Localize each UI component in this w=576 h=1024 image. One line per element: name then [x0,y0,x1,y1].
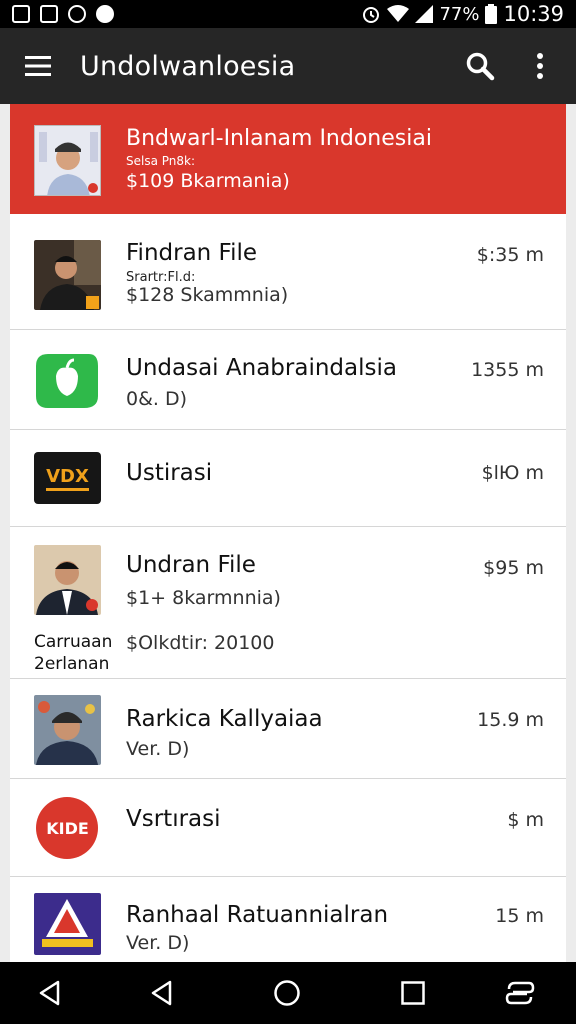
alarm-icon [68,5,86,23]
item-size: $:35 m [476,244,544,266]
status-right: 77% 10:39 [361,0,564,28]
list-item[interactable]: Undasai Anabraindalsia 0&. D) 1355 m [10,330,566,430]
list-item[interactable]: Findran File Srartr:Fl.d: $128 Skammnia)… [10,214,566,330]
wifi-icon [387,5,410,22]
list-item[interactable]: KIDE Vsrtırasi $ m [10,779,566,877]
item-thumbnail: VDX [34,452,101,504]
app-list[interactable]: Bndwarl-Inlanam Indonesiai Selsa Pn8k: $… [10,104,566,962]
more-options-button[interactable] [522,48,558,84]
alarm-icon [363,7,380,23]
status-bar: 77% 10:39 [0,0,576,28]
item-size: $95 m [483,557,544,579]
switch-icon [505,981,535,1005]
menu-button[interactable] [10,28,66,104]
item-title: Findran File [126,240,258,266]
item-size: 15 m [495,905,544,927]
app-bar: Undolwanloesia [0,28,576,104]
battery-percent: 77% [439,3,480,25]
search-button[interactable] [462,48,498,84]
item-title: Undasai Anabraindalsia [126,355,397,381]
item-thumbnail [34,346,101,416]
image-icon [12,5,30,23]
battery-icon [485,4,498,24]
featured-title: Bndwarl-Inlanam Indonesiai [126,126,432,151]
item-thumbnail: KIDE [34,793,101,863]
list-item[interactable]: Rarkica Kallyaiaa Ver. D) 15.9 m [10,679,566,779]
item-title: Vsrtırasi [126,806,221,832]
item-title: Rarkica Kallyaiaa [126,706,323,732]
home-button[interactable] [269,977,305,1009]
item-badge-text: KIDE [46,819,89,838]
switch-button[interactable] [502,977,538,1009]
back-button[interactable] [144,977,180,1009]
item-price: 0&. D) [126,388,188,410]
item-price: Ver. D) [126,738,190,760]
more-vert-icon [537,53,543,79]
item-extra-value: $Olkdtir: 20100 [126,632,275,654]
clock: 10:39 [503,2,564,26]
featured-subtitle: Selsa Pn8k: [126,154,196,168]
back-icon [151,980,172,1006]
item-extra-label: Carruaan 2erlanan [34,632,113,674]
item-size: 1355 m [471,359,544,381]
item-size: $lЮ m [481,462,544,484]
item-price: Ver. D) [126,932,190,954]
list-item[interactable]: Undran File $1+ 8karmnnia) $95 m Carruaa… [10,527,566,679]
navigation-bar [0,962,576,1024]
item-title: Ustirasi [126,460,213,486]
recents-icon [401,981,425,1005]
item-title: Undran File [126,552,256,578]
item-price: $1+ 8karmnnia) [126,587,281,609]
item-subtitle: Srartr:Fl.d: [126,270,196,285]
search-icon [466,52,495,81]
list-item[interactable]: VDX Ustirasi $lЮ m [10,430,566,527]
featured-thumbnail [34,125,101,196]
back-button[interactable] [32,977,68,1009]
status-notification-icons [12,5,114,23]
item-thumbnail [34,893,101,955]
list-item[interactable]: Ranhaal Ratuannialran Ver. D) 15 m [10,877,566,962]
item-thumbnail [34,545,101,615]
recents-button[interactable] [395,977,431,1009]
home-icon [274,980,300,1006]
item-title: Ranhaal Ratuannialran [126,902,389,928]
signal-icon [415,5,434,23]
hamburger-menu-icon [25,56,51,76]
app-title: Undolwanloesia [80,50,296,82]
item-thumbnail [34,695,101,765]
item-size: 15.9 m [477,709,544,731]
svg-text:VDX: VDX [46,466,89,487]
item-size: $ m [507,809,544,831]
image-icon [40,5,58,23]
featured-price: $109 Bkarmania) [126,170,290,192]
featured-item[interactable]: Bndwarl-Inlanam Indonesiai Selsa Pn8k: $… [10,104,566,214]
item-price: $128 Skammnia) [126,284,289,306]
back-icon [39,980,60,1006]
item-thumbnail [34,240,101,310]
vpn-icon [96,5,114,23]
